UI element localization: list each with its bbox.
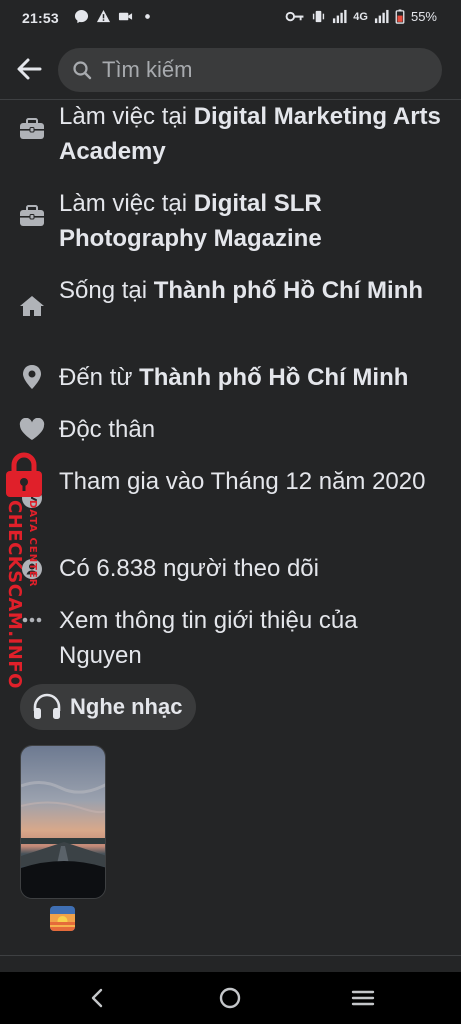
lock-icon	[6, 452, 42, 497]
search-placeholder: Tìm kiếm	[102, 57, 193, 82]
video-icon	[118, 12, 133, 21]
music-button[interactable]: Nghe nhạc	[20, 684, 197, 730]
chevron-left-icon	[91, 988, 103, 1008]
intro-item-lives-in: Sống tại Thành phố Hồ Chí Minh	[0, 273, 461, 343]
intro-item-see-more[interactable]: Xem thông tin giới thiệu của Nguyen	[0, 603, 461, 673]
watermark-text: CHECKSCAM.INFO	[4, 500, 25, 689]
intro-item-text: Làm việc tại Digital Marketing Arts Acad…	[59, 103, 441, 165]
warning-icon	[96, 9, 111, 23]
sunset-road-photo	[21, 746, 105, 898]
messenger-icon	[74, 9, 89, 24]
city-link[interactable]: Thành phố Hồ Chí Minh	[154, 277, 423, 304]
intro-item-text: Sống tại Thành phố Hồ Chí Minh	[59, 277, 424, 304]
status-bar: 21:53 4G 55%	[0, 0, 461, 38]
intro-item-text[interactable]: Xem thông tin giới thiệu của Nguyen	[59, 603, 444, 673]
back-arrow-icon	[17, 58, 42, 80]
heart-icon	[18, 416, 46, 444]
top-bar: Tìm kiếm	[0, 38, 461, 100]
signal-icon	[333, 9, 347, 24]
battery-icon	[395, 9, 405, 24]
vpn-key-icon	[285, 11, 304, 22]
search-input[interactable]: Tìm kiếm	[58, 48, 442, 92]
nav-home-button[interactable]	[212, 984, 248, 1012]
search-icon	[72, 59, 94, 81]
intro-item-text: Tham gia vào Tháng 12 năm 2020	[59, 468, 426, 495]
briefcase-icon	[18, 115, 46, 143]
nav-back-button[interactable]	[80, 984, 116, 1012]
intro-item-joined: Tham gia vào Tháng 12 năm 2020	[0, 464, 461, 534]
system-nav-bar	[0, 972, 461, 1024]
intro-item-text: Đến từ Thành phố Hồ Chí Minh	[59, 364, 409, 391]
intro-item-text: Có 6.838 người theo dõi	[59, 555, 319, 582]
headphones-icon	[33, 693, 61, 719]
home-icon	[18, 292, 46, 320]
system-icons: 4G 55%	[285, 9, 437, 24]
dot-icon	[145, 14, 150, 19]
status-time: 21:53	[22, 10, 59, 26]
network-type: 4G	[353, 10, 368, 23]
intro-item-from: Đến từ Thành phố Hồ Chí Minh	[0, 360, 461, 395]
signal-icon-2	[374, 9, 389, 24]
back-button[interactable]	[10, 50, 48, 88]
intro-item-work-2: Làm việc tại Digital SLR Photography Mag…	[0, 186, 461, 256]
intro-item-text: Làm việc tại Digital SLR Photography Mag…	[59, 190, 322, 252]
sunset-thumbnail[interactable]	[50, 906, 75, 931]
location-pin-icon	[18, 363, 46, 391]
section-divider	[0, 955, 461, 956]
home-circle-icon	[219, 987, 241, 1009]
hometown-link[interactable]: Thành phố Hồ Chí Minh	[139, 364, 408, 391]
intro-item-relationship: Độc thân	[0, 412, 461, 447]
checkscam-watermark: CHECKSCAM.INFO DATA CENTER	[0, 448, 48, 689]
watermark-subtext: DATA CENTER	[27, 500, 38, 588]
intro-item-work-1: Làm việc tại Digital Marketing Arts Acad…	[0, 99, 461, 169]
notification-icons	[74, 9, 155, 24]
briefcase-icon	[18, 202, 46, 230]
intro-item-text: Độc thân	[59, 416, 156, 443]
nav-recents-button[interactable]	[345, 984, 381, 1012]
vibrate-icon	[313, 10, 325, 23]
battery-percent: 55%	[410, 9, 437, 24]
intro-item-followers: Có 6.838 người theo dõi	[0, 551, 461, 586]
sunset-emoji-icon	[50, 906, 75, 931]
featured-photo-card[interactable]	[20, 745, 106, 899]
music-label: Nghe nhạc	[70, 694, 183, 719]
menu-lines-icon	[351, 990, 375, 1006]
